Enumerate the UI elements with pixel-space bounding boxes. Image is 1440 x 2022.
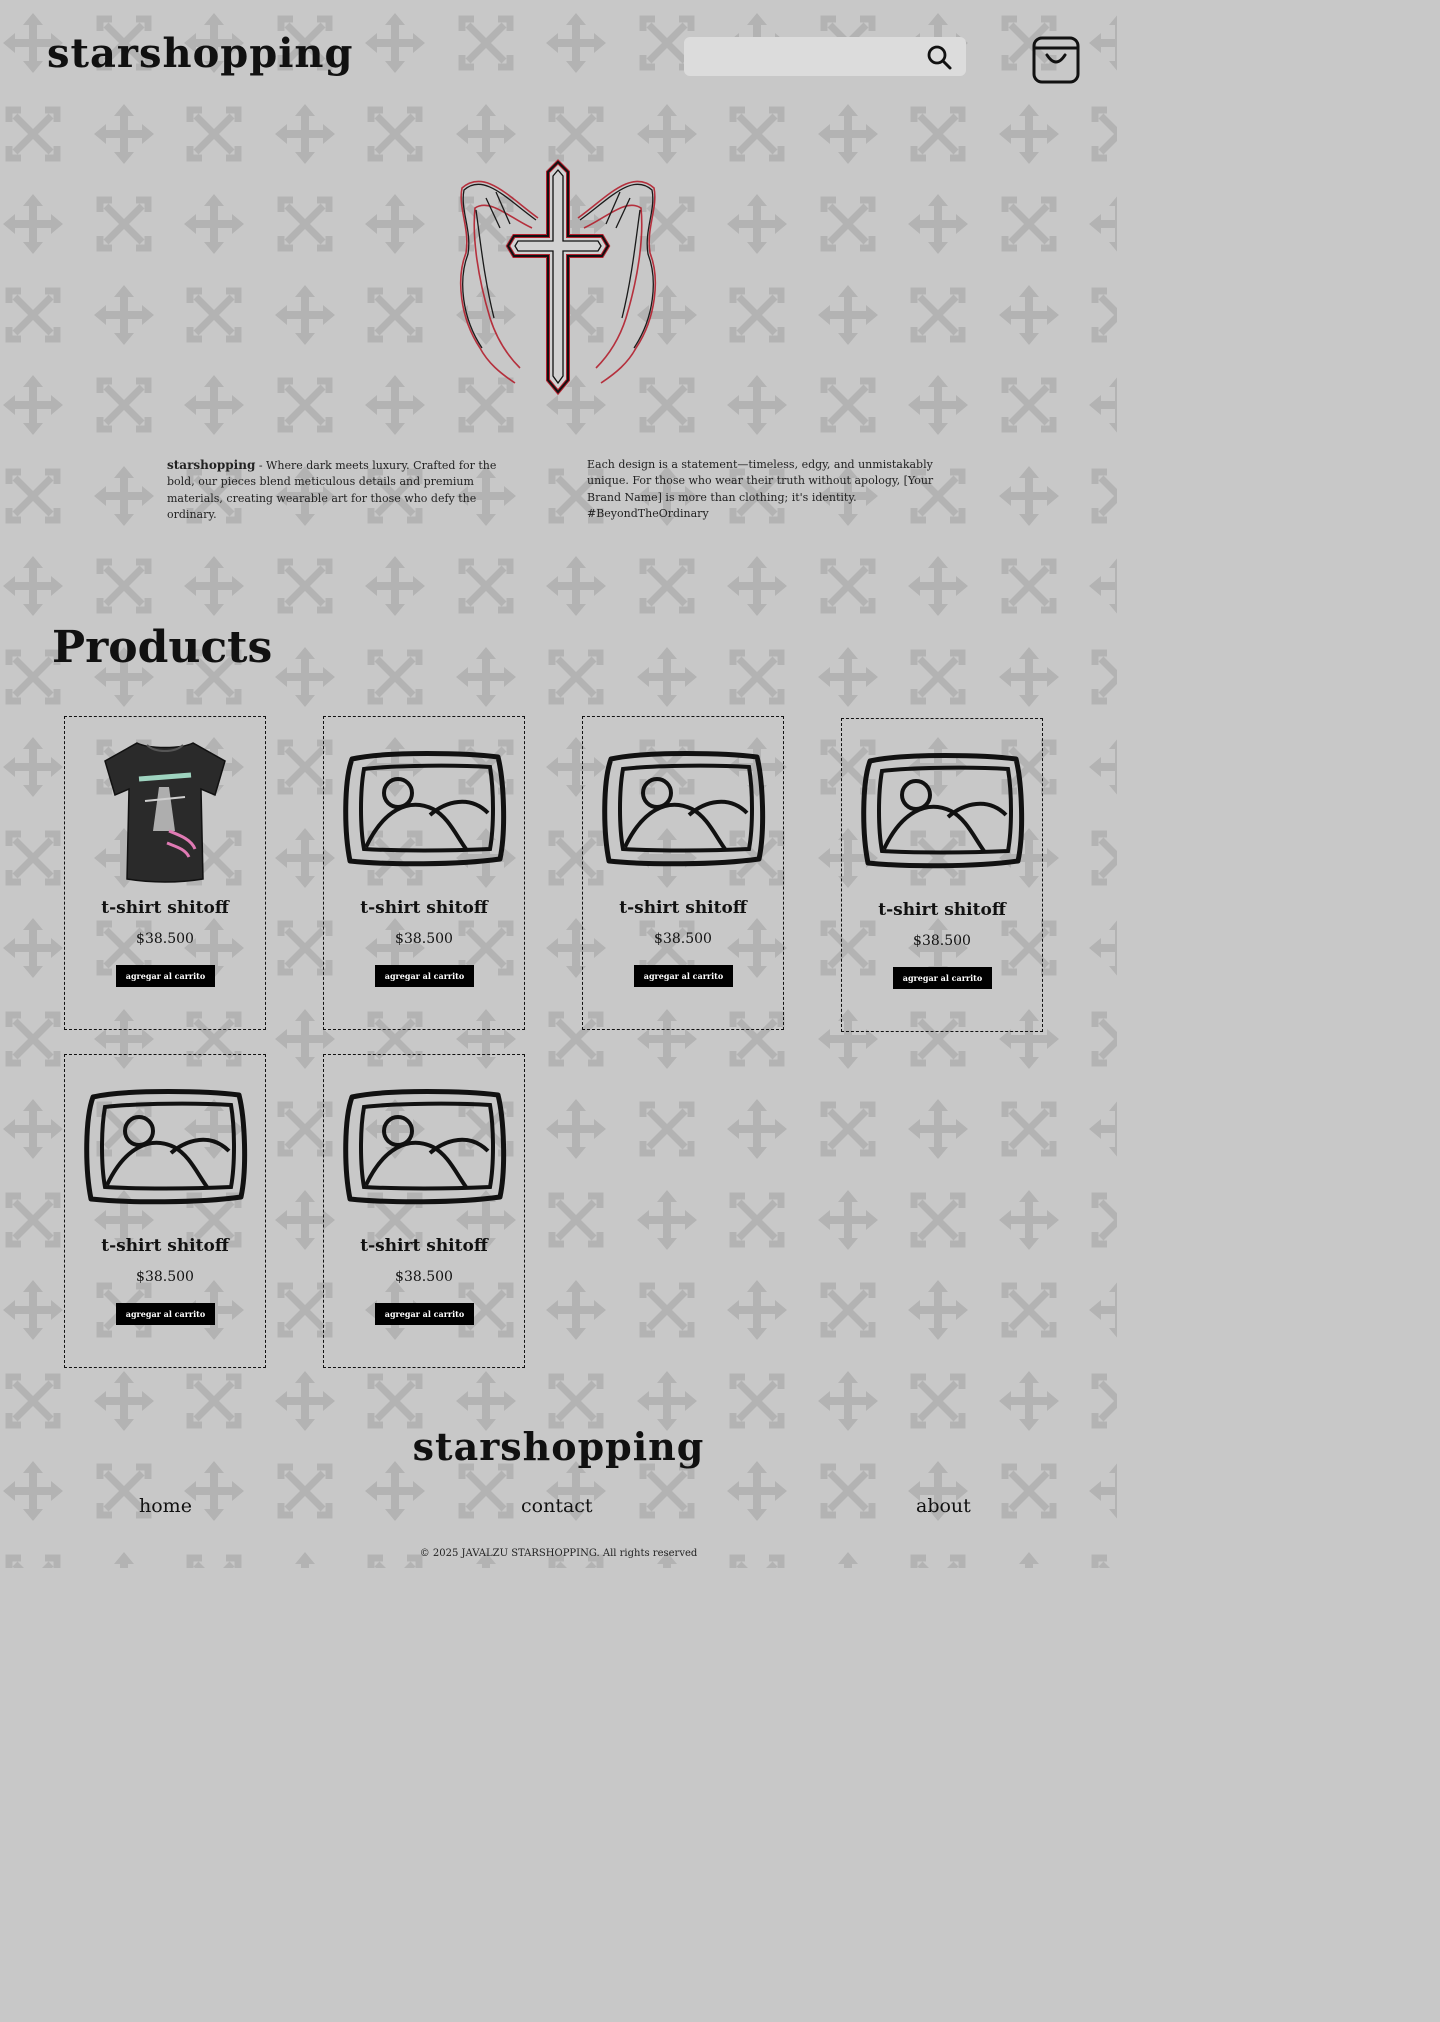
shopping-bag-icon[interactable]	[1031, 33, 1081, 85]
footer-link-about[interactable]: about	[916, 1495, 971, 1517]
product-price: $38.500	[654, 931, 712, 947]
about-right: Each design is a statement—timeless, edg…	[587, 457, 947, 522]
product-card[interactable]: t-shirt shitoff $38.500 agregar al carrito	[841, 718, 1043, 1032]
image-placeholder-icon[interactable]	[79, 1069, 251, 1229]
add-to-cart-button[interactable]: agregar al carrito	[375, 1303, 474, 1325]
product-card[interactable]: t-shirt shitoff $38.500 agregar al carrito	[64, 1054, 266, 1368]
site-logo[interactable]: starshopping	[47, 30, 353, 77]
product-price: $38.500	[136, 931, 194, 947]
product-name: t-shirt shitoff	[619, 898, 747, 918]
copyright: © 2025 JAVALZU STARSHOPPING. All rights …	[419, 1548, 698, 1559]
image-placeholder-icon[interactable]	[338, 731, 510, 891]
image-placeholder-icon[interactable]	[597, 731, 769, 891]
search-input[interactable]	[696, 37, 920, 78]
product-name: t-shirt shitoff	[101, 1236, 229, 1256]
footer-link-home[interactable]: home	[139, 1495, 192, 1517]
image-placeholder-icon[interactable]	[338, 1069, 510, 1229]
product-card[interactable]: t-shirt shitoff $38.500 agregar al carrito	[323, 1054, 525, 1368]
product-price: $38.500	[913, 933, 971, 949]
about-right-text: Each design is a statement—timeless, edg…	[587, 458, 934, 520]
product-card[interactable]: t-shirt shitoff $38.500 agregar al carrito	[323, 716, 525, 1030]
product-price: $38.500	[395, 1269, 453, 1285]
add-to-cart-button[interactable]: agregar al carrito	[116, 1303, 215, 1325]
product-name: t-shirt shitoff	[360, 898, 488, 918]
product-name: t-shirt shitoff	[878, 900, 1006, 920]
footer-logo[interactable]: starshopping	[0, 1424, 1117, 1469]
winged-cross-icon	[459, 159, 657, 396]
search-icon[interactable]	[925, 43, 953, 71]
product-name: t-shirt shitoff	[101, 898, 229, 918]
product-card[interactable]: t-shirt shitoff $38.500 agregar al carrito	[582, 716, 784, 1030]
product-card[interactable]: t-shirt shitoff $38.500 agregar al carrito	[64, 716, 266, 1030]
product-name: t-shirt shitoff	[360, 1236, 488, 1256]
image-placeholder-icon[interactable]	[856, 733, 1028, 893]
about-brand: starshopping	[167, 458, 256, 472]
product-price: $38.500	[395, 931, 453, 947]
about-left: starshopping - Where dark meets luxury. …	[167, 457, 527, 523]
products-title: Products	[52, 622, 273, 673]
add-to-cart-button[interactable]: agregar al carrito	[893, 967, 992, 989]
search-bar[interactable]	[684, 37, 966, 78]
product-price: $38.500	[136, 1269, 194, 1285]
add-to-cart-button[interactable]: agregar al carrito	[634, 965, 733, 987]
add-to-cart-button[interactable]: agregar al carrito	[375, 965, 474, 987]
add-to-cart-button[interactable]: agregar al carrito	[116, 965, 215, 987]
product-image[interactable]	[79, 731, 251, 891]
footer-link-contact[interactable]: contact	[521, 1495, 593, 1517]
